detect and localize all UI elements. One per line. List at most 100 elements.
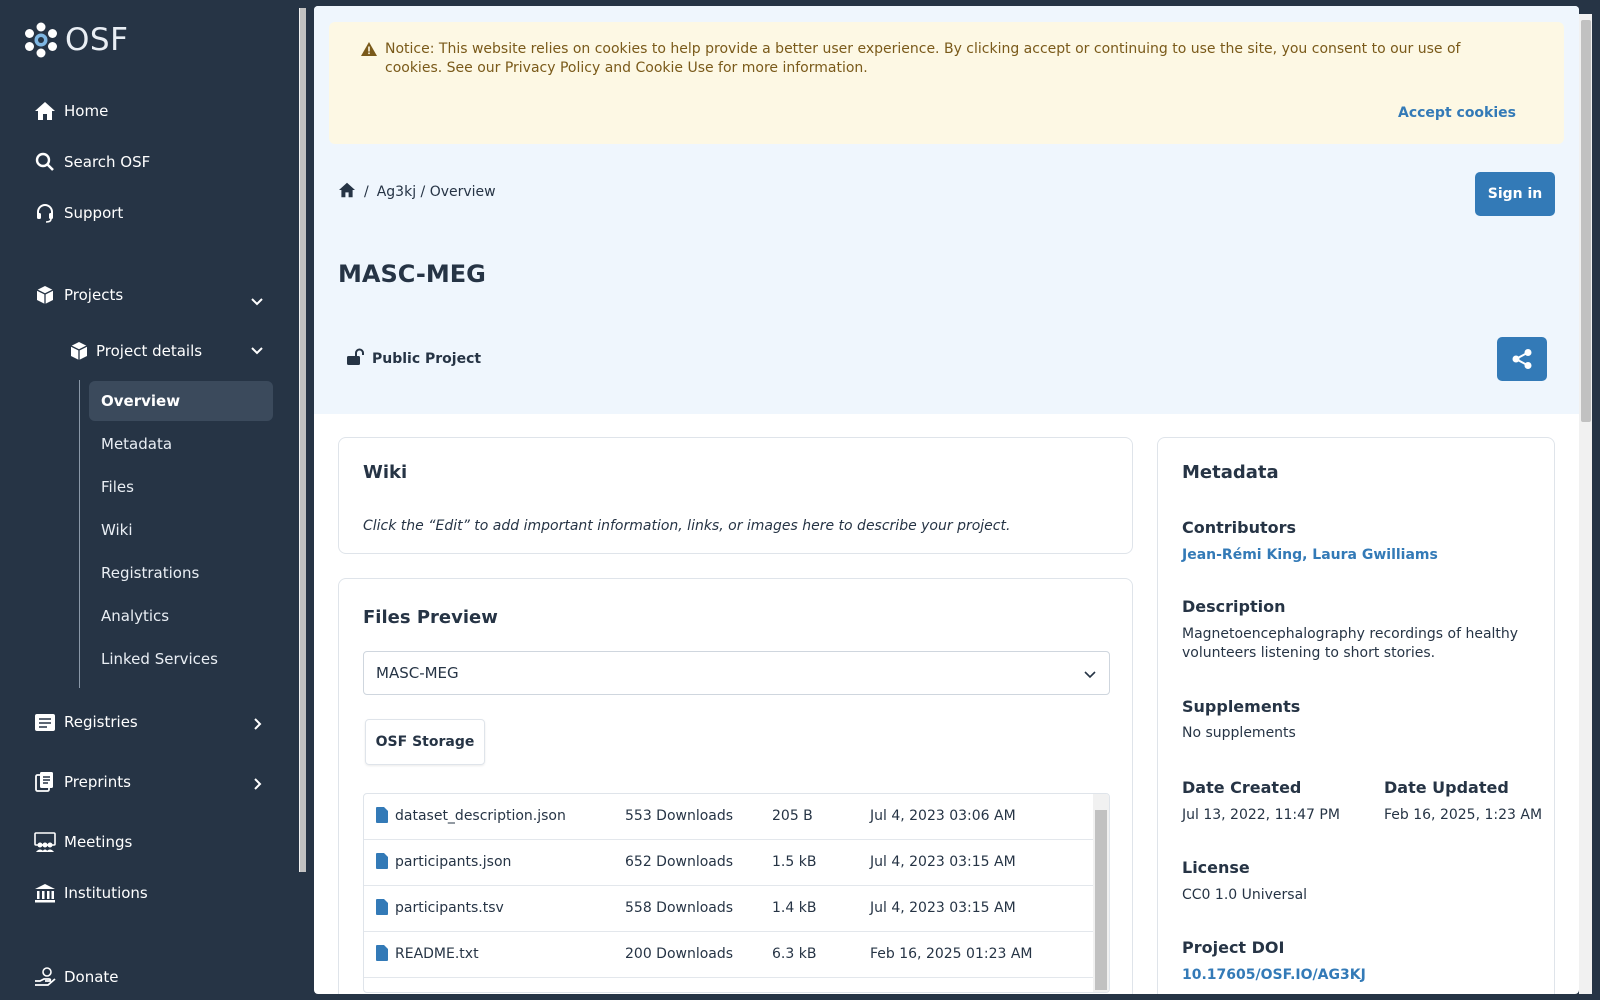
- files-preview-title: Files Preview: [363, 607, 498, 628]
- file-icon: [376, 945, 388, 965]
- sign-in-button[interactable]: Sign in: [1475, 172, 1555, 216]
- table-row[interactable]: dataset_description.json 553 Downloads 2…: [364, 794, 1094, 840]
- search-icon: [34, 151, 56, 173]
- license-label: License: [1182, 858, 1250, 877]
- osf-storage-button[interactable]: OSF Storage: [365, 719, 485, 765]
- page-title: MASC-MEG: [338, 260, 486, 288]
- breadcrumb-separator: /: [364, 184, 369, 200]
- license-value: CC0 1.0 Universal: [1182, 887, 1308, 903]
- nav-projects-label: Projects: [64, 286, 124, 304]
- nav-institutions[interactable]: Institutions: [34, 882, 148, 904]
- nav-home-label: Home: [64, 102, 109, 120]
- nav-institutions-label: Institutions: [64, 884, 148, 902]
- description-text: Magnetoencephalography recordings of hea…: [1182, 626, 1519, 661]
- file-date: Jul 4, 2023 03:15 AM: [870, 854, 1016, 870]
- chevron-down-icon: [1083, 666, 1097, 684]
- nav-preprints[interactable]: Preprints: [34, 771, 131, 793]
- breadcrumb-home-icon[interactable]: [338, 182, 356, 202]
- cookie-notice-text: Notice: This website relies on cookies t…: [385, 41, 1461, 76]
- visibility-label: Public Project: [372, 351, 482, 367]
- unlock-icon: [346, 348, 364, 370]
- nav-search[interactable]: Search OSF: [34, 151, 150, 173]
- preprints-chevron-right-icon[interactable]: [253, 776, 263, 795]
- wiki-placeholder: Click the “Edit” to add important inform…: [363, 518, 1011, 534]
- breadcrumb-path[interactable]: Ag3kj / Overview: [377, 184, 496, 200]
- metadata-card: Metadata Contributors Jean-Rémi King, La…: [1157, 437, 1555, 994]
- files-scrollbar-thumb[interactable]: [1095, 810, 1107, 990]
- date-created-label: Date Created: [1182, 778, 1302, 797]
- project-select[interactable]: MASC-MEG: [363, 651, 1110, 695]
- nav-support[interactable]: Support: [34, 202, 123, 224]
- sidebar-item-linked-services[interactable]: Linked Services: [89, 639, 273, 679]
- sidebar-item-wiki[interactable]: Wiki: [89, 510, 273, 550]
- visibility-status: Public Project: [346, 348, 481, 370]
- file-downloads: 558 Downloads: [625, 900, 734, 916]
- main-scrollbar-thumb[interactable]: [1581, 20, 1591, 422]
- nav-donate[interactable]: Donate: [34, 966, 119, 988]
- nav-search-label: Search OSF: [64, 153, 151, 171]
- cube-icon: [34, 284, 56, 306]
- registries-chevron-right-icon[interactable]: [253, 716, 263, 735]
- sidebar: OSF Home Search OSF Support Projects Pro…: [0, 0, 300, 1000]
- file-name[interactable]: README.txt: [395, 946, 479, 962]
- file-size: 1.4 kB: [772, 900, 817, 916]
- nav-project-details-label: Project details: [96, 342, 203, 360]
- warning-icon: [361, 42, 377, 62]
- submenu-divider: [79, 380, 80, 688]
- table-row[interactable]: participants.json 652 Downloads 1.5 kB J…: [364, 840, 1094, 886]
- cookie-notice: Notice: This website relies on cookies t…: [329, 22, 1564, 144]
- file-date: Feb 16, 2025 01:23 AM: [870, 946, 1033, 962]
- registries-icon: [34, 711, 56, 733]
- sidebar-item-files[interactable]: Files: [89, 467, 273, 507]
- file-icon: [376, 807, 388, 827]
- preprints-icon: [34, 771, 56, 793]
- logo-text: OSF: [65, 22, 129, 58]
- file-name[interactable]: dataset_description.json: [395, 808, 566, 824]
- supplements-value: No supplements: [1182, 725, 1296, 741]
- date-updated-value: Feb 16, 2025, 1:23 AM: [1384, 807, 1543, 823]
- doi-link[interactable]: 10.17605/OSF.IO/AG3KJ: [1182, 966, 1366, 985]
- sidebar-item-overview[interactable]: Overview: [89, 381, 273, 421]
- files-table: dataset_description.json 553 Downloads 2…: [363, 793, 1110, 993]
- nav-meetings[interactable]: Meetings: [34, 831, 132, 853]
- projects-chevron-down-icon[interactable]: [250, 292, 264, 311]
- file-name[interactable]: participants.tsv: [395, 900, 504, 916]
- file-date: Jul 4, 2023 03:15 AM: [870, 900, 1016, 916]
- file-name[interactable]: participants.json: [395, 854, 511, 870]
- sidebar-item-metadata[interactable]: Metadata: [89, 424, 273, 464]
- table-row[interactable]: README.txt 200 Downloads 6.3 kB Feb 16, …: [364, 932, 1094, 978]
- date-created-value: Jul 13, 2022, 11:47 PM: [1182, 807, 1340, 823]
- wiki-card: Wiki Click the “Edit” to add important i…: [338, 437, 1133, 554]
- cube-icon: [68, 340, 90, 362]
- file-size: 1.5 kB: [772, 854, 817, 870]
- nav-preprints-label: Preprints: [64, 773, 131, 791]
- supplements-label: Supplements: [1182, 697, 1301, 716]
- nav-project-details[interactable]: Project details: [68, 340, 202, 362]
- home-icon: [34, 100, 56, 122]
- nav-home[interactable]: Home: [34, 100, 108, 122]
- contributors-link[interactable]: Jean-Rémi King, Laura Gwilliams: [1182, 546, 1438, 565]
- nav-registries[interactable]: Registries: [34, 711, 138, 733]
- accept-cookies-button[interactable]: Accept cookies: [1398, 104, 1516, 123]
- sidebar-item-registrations[interactable]: Registrations: [89, 553, 273, 593]
- project-header: Notice: This website relies on cookies t…: [314, 6, 1579, 414]
- file-downloads: 553 Downloads: [625, 808, 734, 824]
- nav-meetings-label: Meetings: [64, 833, 133, 851]
- osf-logo-icon: [25, 22, 57, 58]
- sidebar-scrollbar-thumb[interactable]: [300, 8, 306, 872]
- share-button[interactable]: [1497, 337, 1547, 381]
- file-icon: [376, 853, 388, 873]
- files-preview-card: Files Preview MASC-MEG OSF Storage datas…: [338, 578, 1133, 994]
- file-downloads: 652 Downloads: [625, 854, 734, 870]
- file-size: 205 B: [772, 808, 813, 824]
- nav-projects[interactable]: Projects: [34, 284, 123, 306]
- date-updated-label: Date Updated: [1384, 778, 1509, 797]
- breadcrumb: / Ag3kj / Overview: [338, 182, 496, 202]
- contributors-label: Contributors: [1182, 518, 1297, 537]
- table-row[interactable]: participants.tsv 558 Downloads 1.4 kB Ju…: [364, 886, 1094, 932]
- sidebar-item-analytics[interactable]: Analytics: [89, 596, 273, 636]
- nav-donate-label: Donate: [64, 968, 119, 986]
- main-content: Notice: This website relies on cookies t…: [314, 6, 1579, 994]
- osf-logo[interactable]: OSF: [24, 22, 128, 58]
- project-details-chevron-down-icon[interactable]: [250, 341, 264, 360]
